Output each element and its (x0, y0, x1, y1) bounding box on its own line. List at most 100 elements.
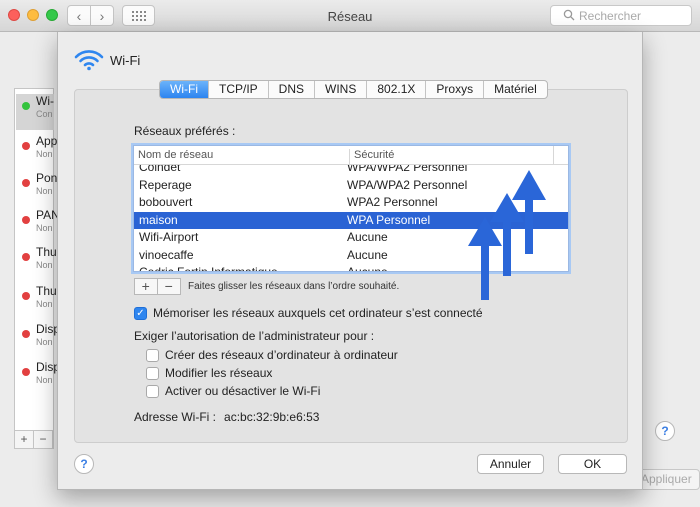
status-dot-icon (22, 102, 30, 110)
network-row[interactable]: Reperage WPA/WPA2 Personnel (134, 177, 568, 194)
back-button[interactable]: ‹ (67, 5, 91, 26)
tab-wifi[interactable]: Wi-Fi (160, 81, 209, 98)
tab-tcpip[interactable]: TCP/IP (209, 81, 269, 98)
minimize-window-button[interactable] (27, 9, 39, 21)
service-item[interactable]: Disp Non (22, 360, 62, 390)
admin-option-create-network[interactable]: Créer des réseaux d’ordinateur à ordinat… (146, 348, 398, 362)
network-security: Aucune (347, 230, 388, 244)
chevron-left-icon: ‹ (76, 7, 82, 24)
network-name: Cedric Fortin Informatique (139, 265, 278, 272)
tab-dns[interactable]: DNS (269, 81, 315, 98)
preferred-networks-label: Réseaux préférés : (134, 124, 236, 138)
admin-option-toggle-wifi[interactable]: Activer ou désactiver le Wi-Fi (146, 384, 320, 398)
status-dot-icon (22, 179, 30, 187)
magnifier-icon (563, 9, 575, 21)
zoom-window-button[interactable] (46, 9, 58, 21)
network-security: WPA Personnel (347, 212, 431, 227)
service-item[interactable]: PAN Non (22, 208, 62, 238)
service-name: Thu (36, 245, 57, 259)
network-row[interactable]: maison WPA Personnel (134, 211, 568, 229)
chevron-right-icon: › (99, 7, 105, 24)
network-list-buttons: + − (134, 278, 181, 295)
network-name: Wifi-Airport (139, 230, 199, 244)
wifi-address-value: ac:bc:32:9b:e6:53 (224, 410, 320, 424)
service-item[interactable]: Pon Non (22, 171, 62, 201)
service-name: Wi- (36, 94, 54, 108)
service-status: Non (36, 223, 53, 233)
service-name: Pon (36, 171, 58, 185)
modify-networks-label: Modifier les réseaux (165, 366, 273, 380)
service-item[interactable]: Thu Non (22, 284, 62, 314)
service-name: App (36, 134, 58, 148)
sheet-title: Wi-Fi (110, 53, 141, 68)
preferred-networks-list[interactable]: Nom de réseau Sécurité Coindet WPA/WPA2 P… (133, 145, 569, 272)
network-row[interactable]: bobouvert WPA2 Personnel (134, 194, 568, 211)
create-network-label: Créer des réseaux d’ordinateur à ordinat… (165, 348, 398, 362)
remove-service-button[interactable]: − (34, 431, 53, 448)
ok-button[interactable]: OK (558, 454, 627, 474)
background-help-button[interactable]: ? (655, 421, 675, 441)
remember-networks-checkbox[interactable]: ✓ (134, 306, 147, 320)
network-name: Reperage (139, 177, 192, 192)
show-all-button[interactable] (122, 5, 155, 26)
modify-networks-checkbox[interactable] (146, 366, 159, 380)
search-field[interactable]: Rechercher (550, 5, 692, 26)
network-row[interactable]: Wifi-Airport Aucune (134, 229, 568, 246)
remove-network-button[interactable]: − (158, 279, 180, 294)
tab-materiel[interactable]: Matériel (484, 81, 547, 98)
title-bar: ‹ › Réseau Rechercher (0, 0, 700, 32)
network-name: maison (139, 212, 178, 227)
network-row[interactable]: Cedric Fortin Informatique Aucune (134, 264, 568, 272)
service-status: Non (36, 149, 53, 159)
service-status: Non (36, 260, 53, 270)
toggle-wifi-label: Activer ou désactiver le Wi-Fi (165, 384, 321, 398)
network-security: WPA/WPA2 Personnel (347, 177, 468, 192)
tab-wins[interactable]: WINS (315, 81, 368, 98)
service-status: Non (36, 375, 53, 385)
tab-proxys[interactable]: Proxys (426, 81, 485, 98)
add-service-button[interactable]: + (15, 431, 34, 448)
column-header-security[interactable]: Sécurité (349, 149, 394, 166)
admin-option-modify-networks[interactable]: Modifier les réseaux (146, 366, 272, 380)
service-status: Non (36, 337, 53, 347)
service-item[interactable]: Wi- Con (22, 94, 62, 124)
remember-networks-option[interactable]: ✓ Mémoriser les réseaux auxquels cet ord… (134, 306, 483, 320)
wifi-icon (74, 50, 104, 71)
service-item[interactable]: Disp Non (22, 322, 62, 352)
wifi-advanced-sheet: Wi-Fi Wi-Fi TCP/IP DNS WINS 802.1X Proxy… (57, 32, 643, 490)
tab-bar: Wi-Fi TCP/IP DNS WINS 802.1X Proxys Maté… (159, 80, 548, 99)
network-security: WPA2 Personnel (347, 195, 438, 209)
create-network-checkbox[interactable] (146, 348, 159, 362)
service-item[interactable]: Thu Non (22, 245, 62, 275)
service-status: Non (36, 299, 53, 309)
help-button[interactable]: ? (74, 454, 94, 474)
network-row[interactable]: vinoecaffe Aucune (134, 247, 568, 264)
network-security: Aucune (347, 247, 388, 262)
status-dot-icon (22, 216, 30, 224)
service-name: Thu (36, 284, 57, 298)
network-name: vinoecaffe (139, 247, 194, 262)
close-window-button[interactable] (8, 9, 20, 21)
wifi-address: Adresse Wi-Fi : ac:bc:32:9b:e6:53 (134, 410, 319, 424)
list-header: Nom de réseau Sécurité (134, 146, 568, 166)
toggle-wifi-checkbox[interactable] (146, 384, 159, 398)
admin-auth-label: Exiger l’autorisation de l’administrateu… (134, 329, 375, 343)
wifi-address-label: Adresse Wi-Fi : (134, 410, 217, 424)
forward-button[interactable]: › (90, 5, 114, 26)
tab-8021x[interactable]: 802.1X (367, 81, 427, 98)
service-status: Non (36, 186, 53, 196)
add-network-button[interactable]: + (135, 279, 158, 294)
network-security: Aucune (347, 265, 388, 272)
status-dot-icon (22, 142, 30, 150)
status-dot-icon (22, 330, 30, 338)
status-dot-icon (22, 253, 30, 261)
network-name: bobouvert (139, 195, 193, 209)
service-status: Con (36, 109, 53, 119)
drag-hint-text: Faites glisser les réseaux dans l’ordre … (188, 281, 400, 292)
cancel-button[interactable]: Annuler (477, 454, 544, 474)
column-header-name[interactable]: Nom de réseau (138, 149, 213, 161)
service-item[interactable]: App Non (22, 134, 62, 164)
search-placeholder: Rechercher (579, 8, 642, 23)
grid-icon (131, 10, 146, 21)
remember-networks-label: Mémoriser les réseaux auxquels cet ordin… (153, 306, 483, 320)
